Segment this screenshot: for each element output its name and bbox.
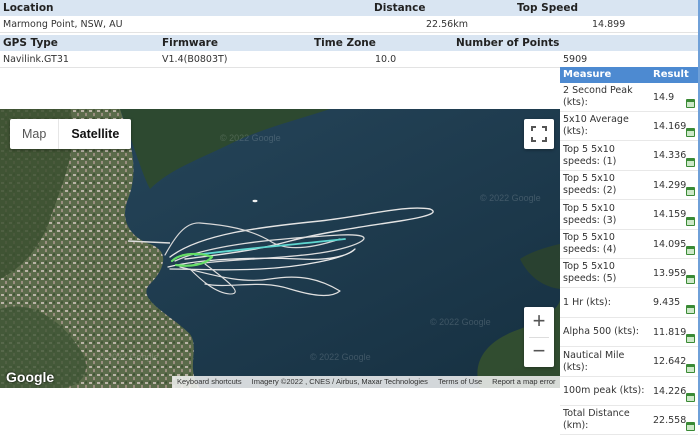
result-row: 100m peak (kts): 14.226 bbox=[560, 377, 698, 406]
fullscreen-icon bbox=[531, 126, 547, 142]
zoom-in-button[interactable]: + bbox=[524, 307, 554, 337]
calendar-icon[interactable] bbox=[686, 187, 695, 197]
result-measure-value: 14.336 bbox=[653, 150, 687, 162]
result-measure-name: 5x10 Average (kts): bbox=[563, 114, 629, 138]
svg-text:© 2022 Google: © 2022 Google bbox=[310, 352, 371, 362]
location-value: Marmong Point, NSW, AU bbox=[3, 19, 123, 30]
result-row: Top 5 5x10 speeds: (2) 14.299 bbox=[560, 171, 698, 201]
google-logo[interactable]: Google bbox=[6, 369, 54, 385]
distance-value: 22.56km bbox=[426, 19, 468, 30]
result-measure-name: Top 5 5x10 speeds: (4) bbox=[563, 232, 617, 255]
result-measure-value: 11.819 bbox=[653, 326, 687, 338]
result-measure-name: Top 5 5x10 speeds: (3) bbox=[563, 202, 617, 226]
result-row: Nautical Mile (kts): 12.642 bbox=[560, 348, 698, 377]
results-panel: Measure Result 2 Second Peak (kts): 14.9 5… bbox=[560, 67, 698, 435]
result-measure-value: 14.9 bbox=[653, 91, 675, 103]
result-measure-name: 2 Second Peak (kts): bbox=[563, 85, 633, 108]
calendar-icon[interactable] bbox=[686, 99, 695, 108]
points-label: Number of Points bbox=[456, 37, 560, 49]
results-header: Measure Result bbox=[560, 67, 698, 83]
map-attribution: Keyboard shortcuts Imagery ©2022 , CNES … bbox=[172, 376, 560, 388]
map-type-control: Map Satellite bbox=[10, 119, 132, 149]
result-row: Alpha 500 (kts): 11.819 bbox=[560, 318, 698, 348]
zoom-control: + − bbox=[524, 307, 554, 367]
calendar-icon[interactable] bbox=[686, 275, 695, 285]
time-zone-label: Time Zone bbox=[314, 37, 376, 49]
report-map-error-link[interactable]: Report a map error bbox=[487, 376, 560, 388]
top-speed-value: 14.899 bbox=[592, 19, 626, 30]
zoom-separator bbox=[529, 337, 549, 338]
calendar-icon[interactable] bbox=[686, 363, 695, 373]
top-speed-label: Top Speed bbox=[517, 2, 578, 14]
calendar-icon[interactable] bbox=[686, 304, 695, 314]
result-row: Top 5 5x10 speeds: (4) 14.095 bbox=[560, 230, 698, 259]
value-row-1: Marmong Point, NSW, AU 22.56km 14.899 bbox=[0, 16, 700, 33]
value-row-2: Navilink.GT31 V1.4(B0803T) 10.0 5909 bbox=[0, 51, 700, 68]
result-measure-name: Top 5 5x10 speeds: (5) bbox=[563, 261, 617, 285]
result-measure-value: 14.159 bbox=[653, 209, 687, 221]
result-row: Total Distance (km): 22.558 bbox=[560, 406, 698, 435]
result-row: 1 Hr (kts): 9.435 bbox=[560, 289, 698, 318]
result-measure-name: Nautical Mile (kts): bbox=[563, 349, 625, 373]
measure-label: Measure bbox=[563, 69, 612, 80]
result-measure-value: 22.558 bbox=[653, 414, 687, 426]
calendar-icon[interactable] bbox=[686, 393, 695, 402]
points-value: 5909 bbox=[563, 54, 588, 65]
result-row: Top 5 5x10 speeds: (1) 14.336 bbox=[560, 142, 698, 171]
location-label: Location bbox=[3, 2, 54, 14]
keyboard-shortcuts-link[interactable]: Keyboard shortcuts bbox=[172, 376, 247, 388]
result-row: Top 5 5x10 speeds: (3) 14.159 bbox=[560, 201, 698, 230]
fullscreen-button[interactable] bbox=[524, 119, 554, 149]
result-measure-name: Total Distance (km): bbox=[563, 408, 630, 432]
calendar-icon[interactable] bbox=[686, 246, 695, 255]
result-measure-value: 13.959 bbox=[653, 267, 687, 279]
svg-text:© 2022 Google: © 2022 Google bbox=[480, 193, 541, 203]
result-measure-name: Alpha 500 (kts): bbox=[563, 326, 639, 338]
result-measure-value: 14.299 bbox=[653, 179, 687, 191]
imagery-credit: Imagery ©2022 , CNES / Airbus, Maxar Tec… bbox=[251, 377, 428, 386]
result-measure-name: 1 Hr (kts): bbox=[563, 296, 611, 308]
satellite-map[interactable]: © 2022 Google © 2022 Google © 2022 Googl… bbox=[0, 109, 560, 388]
result-row: 2 Second Peak (kts): 14.9 bbox=[560, 83, 698, 112]
result-measure-value: 9.435 bbox=[653, 297, 681, 309]
calendar-icon[interactable] bbox=[686, 334, 695, 344]
svg-text:© 2022 Google: © 2022 Google bbox=[220, 133, 281, 143]
result-measure-name: Top 5 5x10 speeds: (1) bbox=[563, 143, 617, 167]
svg-text:© 2022 Google: © 2022 Google bbox=[98, 352, 159, 362]
zoom-out-button[interactable]: − bbox=[524, 337, 554, 367]
distance-label: Distance bbox=[374, 2, 426, 14]
map-type-map-button[interactable]: Map bbox=[10, 119, 60, 149]
result-measure-value: 14.095 bbox=[653, 238, 687, 250]
gps-type-label: GPS Type bbox=[3, 37, 58, 49]
result-measure-value: 14.169 bbox=[653, 120, 687, 132]
svg-text:© 2022 Google: © 2022 Google bbox=[430, 317, 491, 327]
result-measure-value: 14.226 bbox=[653, 385, 687, 397]
map-imagery: © 2022 Google © 2022 Google © 2022 Googl… bbox=[0, 109, 560, 388]
map-type-satellite-button[interactable]: Satellite bbox=[59, 119, 131, 149]
result-row: 5x10 Average (kts): 14.169 bbox=[560, 112, 698, 142]
calendar-icon[interactable] bbox=[686, 157, 695, 167]
calendar-icon[interactable] bbox=[686, 216, 695, 226]
result-measure-value: 12.642 bbox=[653, 356, 687, 368]
firmware-label: Firmware bbox=[162, 37, 218, 49]
result-measure-name: 100m peak (kts): bbox=[563, 385, 645, 396]
gps-type-value: Navilink.GT31 bbox=[3, 54, 69, 65]
calendar-icon[interactable] bbox=[686, 422, 695, 432]
terms-of-use-link[interactable]: Terms of Use bbox=[433, 376, 487, 388]
header-row-1: Location Distance Top Speed bbox=[0, 0, 700, 16]
result-label: Result bbox=[653, 69, 689, 80]
calendar-icon[interactable] bbox=[686, 128, 695, 138]
header-row-2: GPS Type Firmware Time Zone Number of Po… bbox=[0, 35, 700, 51]
result-row: Top 5 5x10 speeds: (5) 13.959 bbox=[560, 259, 698, 289]
result-measure-name: Top 5 5x10 speeds: (2) bbox=[563, 173, 617, 197]
firmware-value: V1.4(B0803T) bbox=[162, 54, 228, 65]
time-zone-value: 10.0 bbox=[375, 54, 397, 65]
